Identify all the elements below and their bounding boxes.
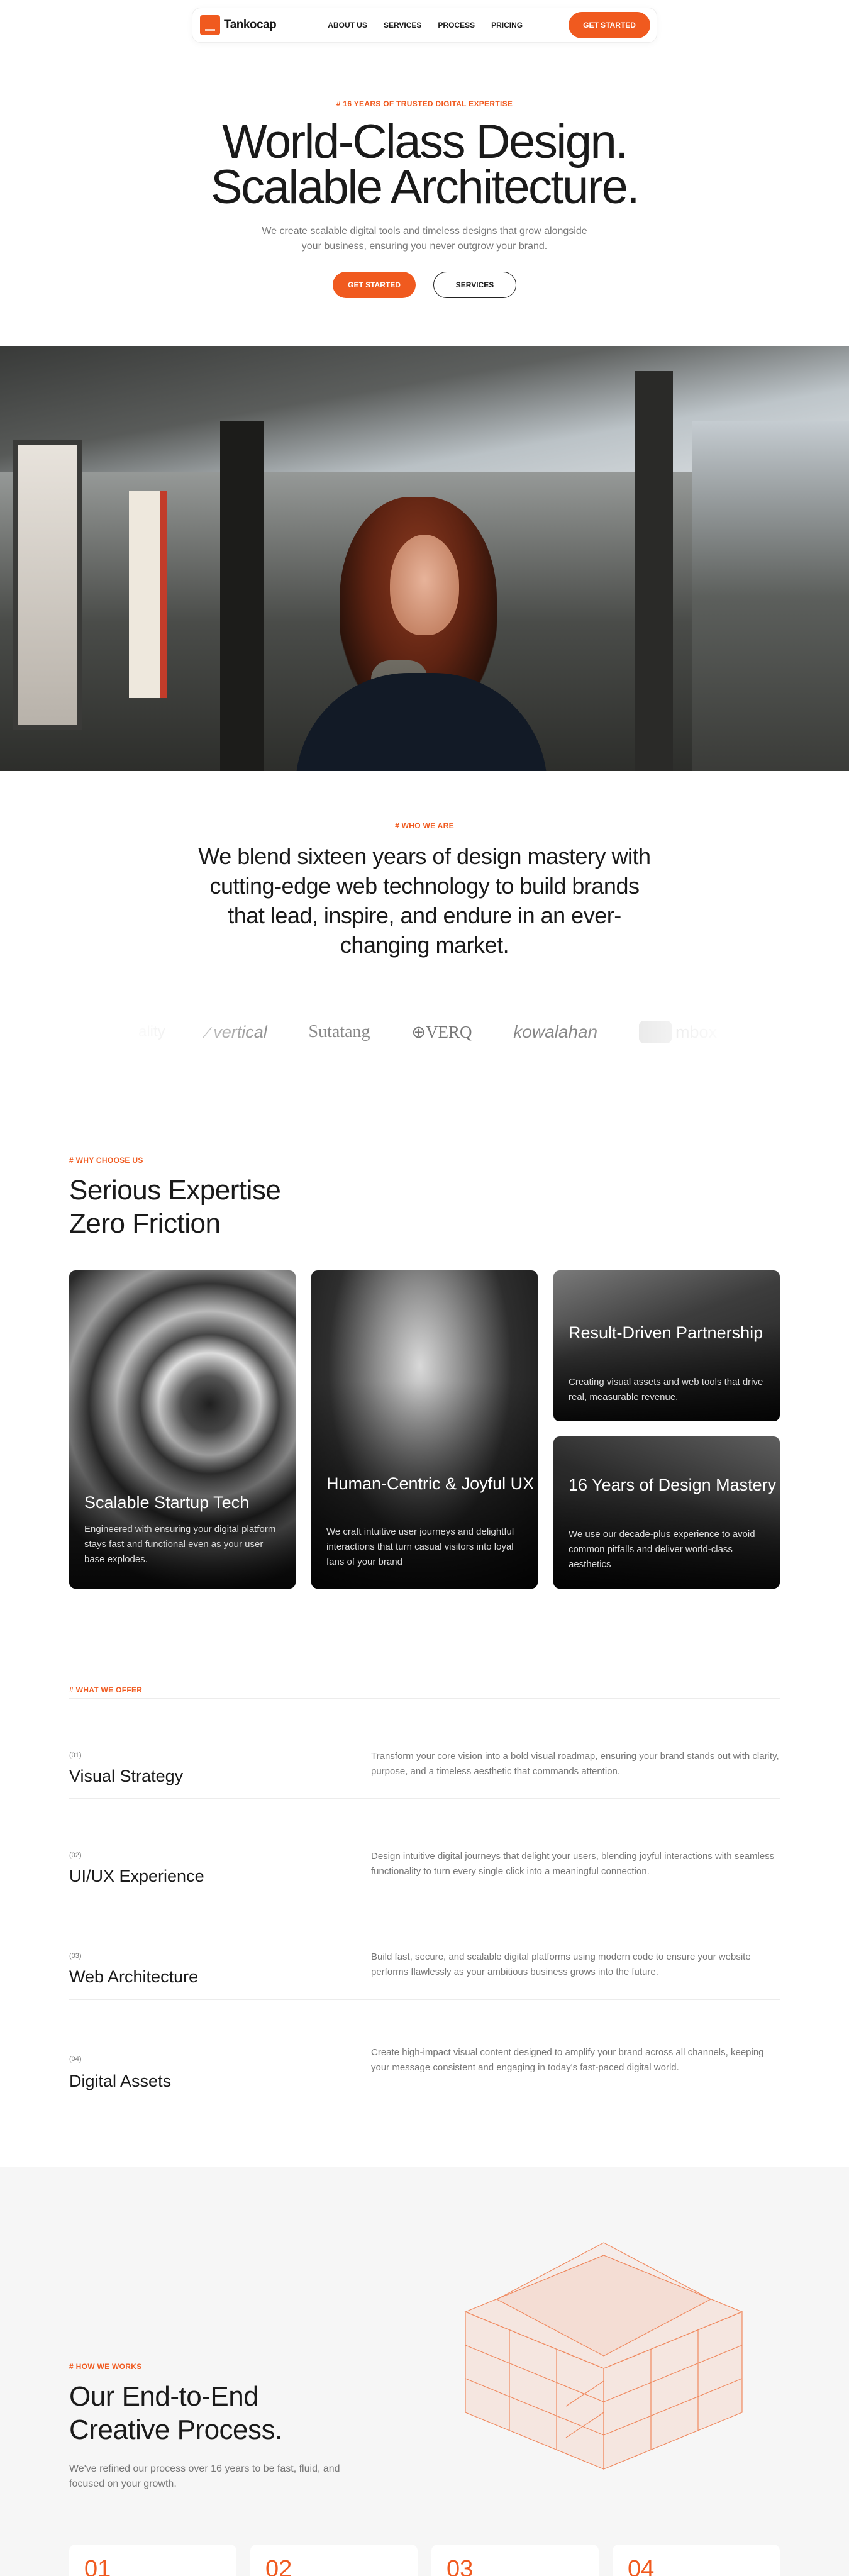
nav-link-about[interactable]: ABOUT US (328, 21, 367, 30)
process-step-card[interactable]: 01 (69, 2545, 236, 2576)
nav-link-services[interactable]: SERVICES (384, 21, 421, 30)
process-title-line1: Our End-to-End (69, 2381, 259, 2412)
page: Tankocap ABOUT US SERVICES PROCESS PRICI… (0, 0, 849, 2576)
client-logo: Sutatang (308, 1022, 370, 1041)
card-title: Scalable Startup Tech (84, 1493, 250, 1512)
feature-cards: Scalable Startup Tech Engineered with en… (69, 1270, 780, 1589)
photo-pillar (220, 421, 264, 771)
offer-row[interactable]: (02) UI/UX Experience Design intuitive d… (69, 1799, 780, 1899)
feature-card-startup-tech[interactable]: Scalable Startup Tech Engineered with en… (69, 1270, 296, 1589)
photo-background-right (692, 421, 849, 771)
offer-description: Design intuitive digital journeys that d… (371, 1851, 775, 1877)
process-description: We've refined our process over 16 years … (69, 2463, 340, 2489)
process-title-line2: Creative Process. (69, 2414, 282, 2445)
process-step-card[interactable]: 04 (613, 2545, 780, 2576)
process-step-card[interactable]: 03 (431, 2545, 599, 2576)
offer-number: (02) (69, 1852, 82, 1859)
why-eyebrow: # WHY CHOOSE US (69, 1156, 143, 1165)
card-text: We use our decade-plus experience to avo… (569, 1529, 755, 1570)
offer-title: Web Architecture (69, 1967, 199, 1986)
offer-description: Transform your core vision into a bold v… (371, 1751, 779, 1777)
client-logo: ⊕VERQ (411, 1022, 472, 1041)
logo-fade-left (126, 1006, 277, 1057)
card-text: Creating visual assets and web tools tha… (569, 1377, 763, 1402)
offer-title: Visual Strategy (69, 1767, 184, 1785)
who-statement: We blend sixteen years of design mastery… (198, 843, 651, 958)
offer-eyebrow: # WHAT WE OFFER (69, 1685, 143, 1694)
hero-eyebrow: # 16 YEARS OF TRUSTED DIGITAL EXPERTISE (336, 99, 513, 108)
hero-photo (0, 346, 849, 771)
photo-station-sign (13, 440, 82, 730)
logo-fade-right (579, 1006, 730, 1057)
hero-subtitle: We create scalable digital tools and tim… (262, 226, 587, 252)
top-nav: Tankocap ABOUT US SERVICES PROCESS PRICI… (192, 8, 657, 43)
process-eyebrow: # HOW WE WORKS (69, 2362, 142, 2371)
card-title: 16 Years of Design Mastery (569, 1475, 777, 1494)
offer-description: Create high-impact visual content design… (371, 2047, 764, 2073)
offer-description: Build fast, secure, and scalable digital… (371, 1951, 751, 1977)
logo-mark-icon (200, 15, 220, 35)
offer-row[interactable]: (01) Visual Strategy Transform your core… (69, 1698, 780, 1799)
hero-buttons: GET STARTED SERVICES (0, 272, 849, 298)
card-title: Human-Centric & Joyful UX (326, 1474, 535, 1493)
offer-number: (01) (69, 1752, 82, 1759)
offer-number: (04) (69, 2055, 82, 2063)
offer-section: # WHAT WE OFFER (01) Visual Strategy Tra… (69, 1685, 780, 2090)
card-title: Result-Driven Partnership (569, 1323, 763, 1342)
hero-section: # 16 YEARS OF TRUSTED DIGITAL EXPERTISE … (0, 99, 849, 298)
hero-services-button[interactable]: SERVICES (433, 272, 516, 298)
why-section: # WHY CHOOSE US Serious Expertise Zero F… (69, 1156, 780, 1240)
brand-name: Tankocap (224, 18, 277, 31)
offer-row[interactable]: (03) Web Architecture Build fast, secure… (69, 1899, 780, 2000)
nav-link-process[interactable]: PROCESS (438, 21, 475, 30)
process-text: # HOW WE WORKS Our End-to-End Creative P… (69, 2362, 358, 2492)
who-section: # WHO WE ARE We blend sixteen years of d… (0, 821, 849, 960)
process-step-card[interactable]: 02 (250, 2545, 418, 2576)
nav-get-started-button[interactable]: GET STARTED (569, 12, 650, 38)
nav-link-pricing[interactable]: PRICING (491, 21, 523, 30)
feature-card-mastery[interactable]: 16 Years of Design Mastery We use our de… (553, 1436, 780, 1589)
hero-title: World-Class Design. Scalable Architectur… (0, 118, 849, 211)
nav-links: ABOUT US SERVICES PROCESS PRICING (328, 21, 523, 30)
who-eyebrow: # WHO WE ARE (395, 821, 454, 830)
hero-title-line2: Scalable Architecture. (210, 160, 640, 214)
photo-station-sign (129, 491, 167, 698)
process-title: Our End-to-End Creative Process. (69, 2380, 358, 2446)
brand-logo[interactable]: Tankocap (200, 15, 277, 35)
why-title-line1: Serious Expertise (69, 1175, 281, 1206)
photo-person-face (390, 535, 459, 635)
card-text: We craft intuitive user journeys and del… (326, 1526, 514, 1567)
photo-person-body (296, 673, 547, 771)
client-logo-text: VERQ (425, 1022, 472, 1041)
feature-card-ux[interactable]: Human-Centric & Joyful UX We craft intui… (311, 1270, 538, 1589)
hero-get-started-button[interactable]: GET STARTED (333, 272, 416, 298)
offer-row[interactable]: (04) Digital Assets Create high-impact v… (69, 2000, 780, 2101)
photo-pillar (635, 371, 673, 771)
process-section: # HOW WE WORKS Our End-to-End Creative P… (0, 2167, 849, 2576)
card-text: Engineered with ensuring your digital pl… (84, 1524, 276, 1565)
why-title: Serious Expertise Zero Friction (69, 1174, 780, 1240)
offer-title: Digital Assets (69, 2072, 172, 2090)
offer-number: (03) (69, 1952, 82, 1960)
feature-card-partnership[interactable]: Result-Driven Partnership Creating visua… (553, 1270, 780, 1421)
offer-title: UI/UX Experience (69, 1867, 204, 1885)
why-title-line2: Zero Friction (69, 1208, 221, 1239)
building-illustration (464, 2242, 743, 2470)
